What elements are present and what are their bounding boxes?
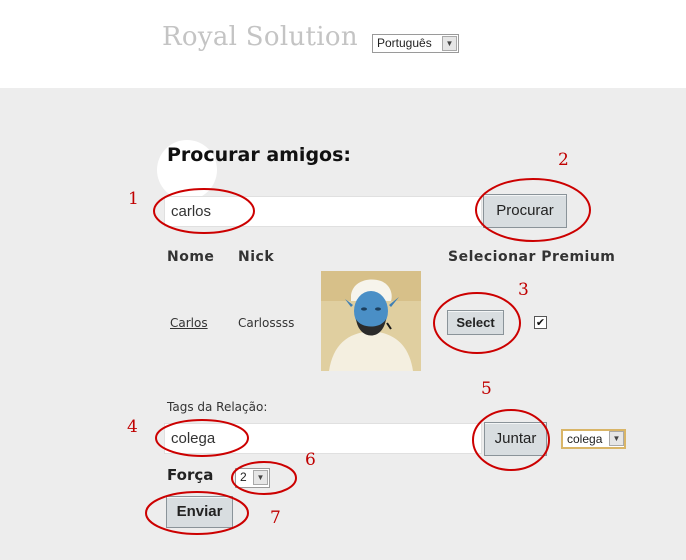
tag-select-value: colega (567, 432, 603, 446)
annotation-number-3: 3 (518, 280, 529, 300)
tags-label: Tags da Relação: (167, 400, 268, 414)
join-button[interactable]: Juntar (484, 422, 547, 456)
column-header-name: Nome (167, 249, 215, 265)
column-header-nick: Nick (238, 249, 275, 265)
annotation-number-4: 4 (127, 417, 138, 437)
page-title: Procurar amigos: (167, 144, 352, 166)
search-input[interactable]: carlos (164, 196, 482, 227)
search-button[interactable]: Procurar (483, 194, 567, 228)
column-header-premium: Selecionar Premium (448, 249, 616, 265)
premium-checkbox[interactable]: ✔ (534, 316, 547, 329)
result-name-link[interactable]: Carlos (170, 316, 208, 330)
annotation-number-1: 1 (128, 189, 139, 209)
strength-select[interactable]: 2 ▼ (235, 468, 270, 488)
page-header: Royal Solution Português ▼ (0, 0, 686, 88)
strength-select-value: 2 (240, 470, 247, 484)
strength-label: Força (167, 466, 214, 484)
tag-select[interactable]: colega ▼ (561, 429, 626, 449)
annotation-number-7: 7 (270, 508, 281, 528)
chevron-down-icon: ▼ (253, 470, 268, 485)
chevron-down-icon: ▼ (442, 36, 457, 51)
select-premium-button[interactable]: Select (447, 310, 504, 335)
chevron-down-icon: ▼ (609, 431, 624, 446)
tags-input[interactable]: colega (164, 423, 482, 454)
annotation-number-5: 5 (481, 379, 492, 399)
brand-logo-text: Royal Solution (162, 22, 358, 52)
avatar (321, 271, 421, 371)
language-select-value: Português (377, 36, 432, 50)
language-select[interactable]: Português ▼ (372, 34, 459, 53)
avatar-photo (321, 271, 421, 371)
annotation-number-2: 2 (558, 150, 569, 170)
result-nick: Carlossss (238, 316, 295, 330)
send-button[interactable]: Enviar (166, 496, 233, 528)
annotation-number-6: 6 (305, 450, 316, 470)
